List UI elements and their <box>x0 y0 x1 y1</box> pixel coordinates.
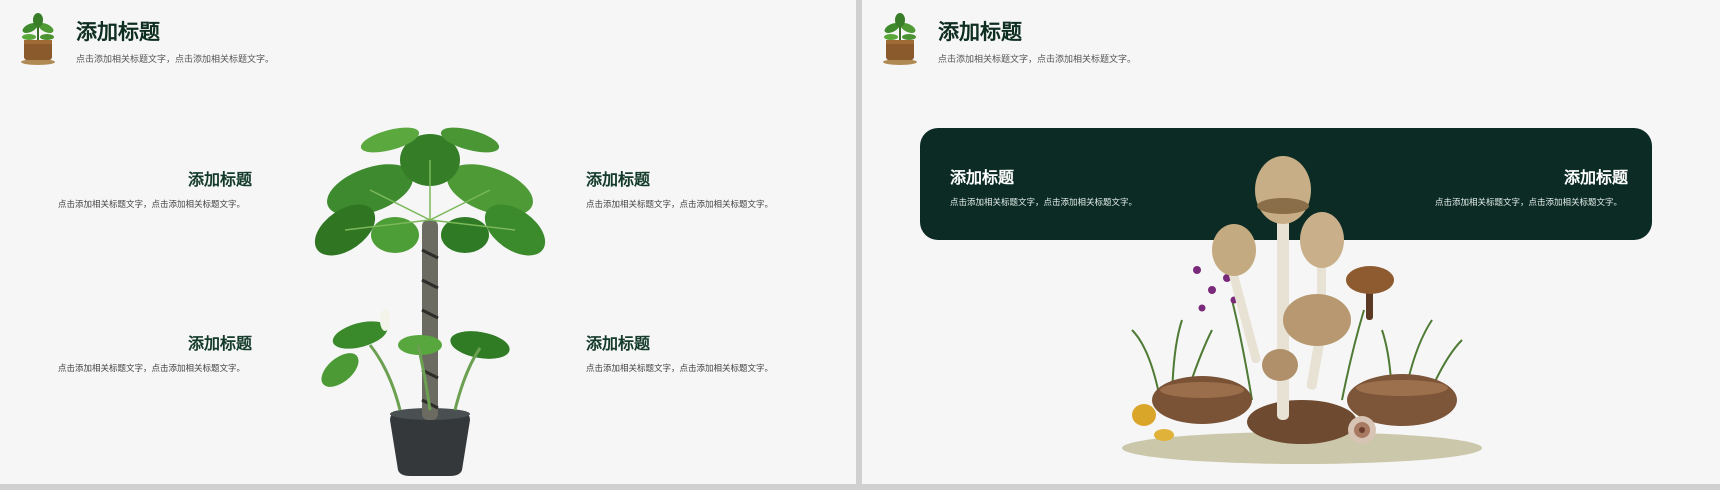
potted-plant-icon <box>883 13 917 65</box>
block-title-top-right: 添加标题 <box>586 170 651 189</box>
mushroom-icon <box>1122 156 1482 464</box>
banner-title-right: 添加标题 <box>1563 168 1628 187</box>
block-title-bottom-left: 添加标题 <box>187 334 252 353</box>
page-title: 添加标题 <box>76 20 160 44</box>
page-subtitle: 点击添加相关标题文字，点击添加相关标题文字。 <box>938 55 1137 65</box>
potted-plant-icon <box>21 13 55 65</box>
slide-right: 添加标题 点击添加相关标题文字，点击添加相关标题文字。 添加标题 点击添加相关标… <box>862 0 1720 484</box>
banner-title-left: 添加标题 <box>950 168 1015 187</box>
page-title: 添加标题 <box>938 20 1022 44</box>
page-subtitle: 点击添加相关标题文字，点击添加相关标题文字。 <box>76 55 275 65</box>
block-text-bottom-right: 点击添加相关标题文字，点击添加相关标题文字。 <box>586 364 774 374</box>
block-text-top-left: 点击添加相关标题文字，点击添加相关标题文字。 <box>58 200 246 210</box>
block-title-bottom-right: 添加标题 <box>586 334 651 353</box>
tree-plant-icon <box>314 127 546 476</box>
block-title-top-left: 添加标题 <box>187 170 252 189</box>
block-text-bottom-left: 点击添加相关标题文字，点击添加相关标题文字。 <box>58 364 246 374</box>
block-text-top-right: 点击添加相关标题文字，点击添加相关标题文字。 <box>586 200 774 210</box>
slide-left: 添加标题 点击添加相关标题文字，点击添加相关标题文字。 添加标题 点击添加相关标… <box>0 0 856 484</box>
